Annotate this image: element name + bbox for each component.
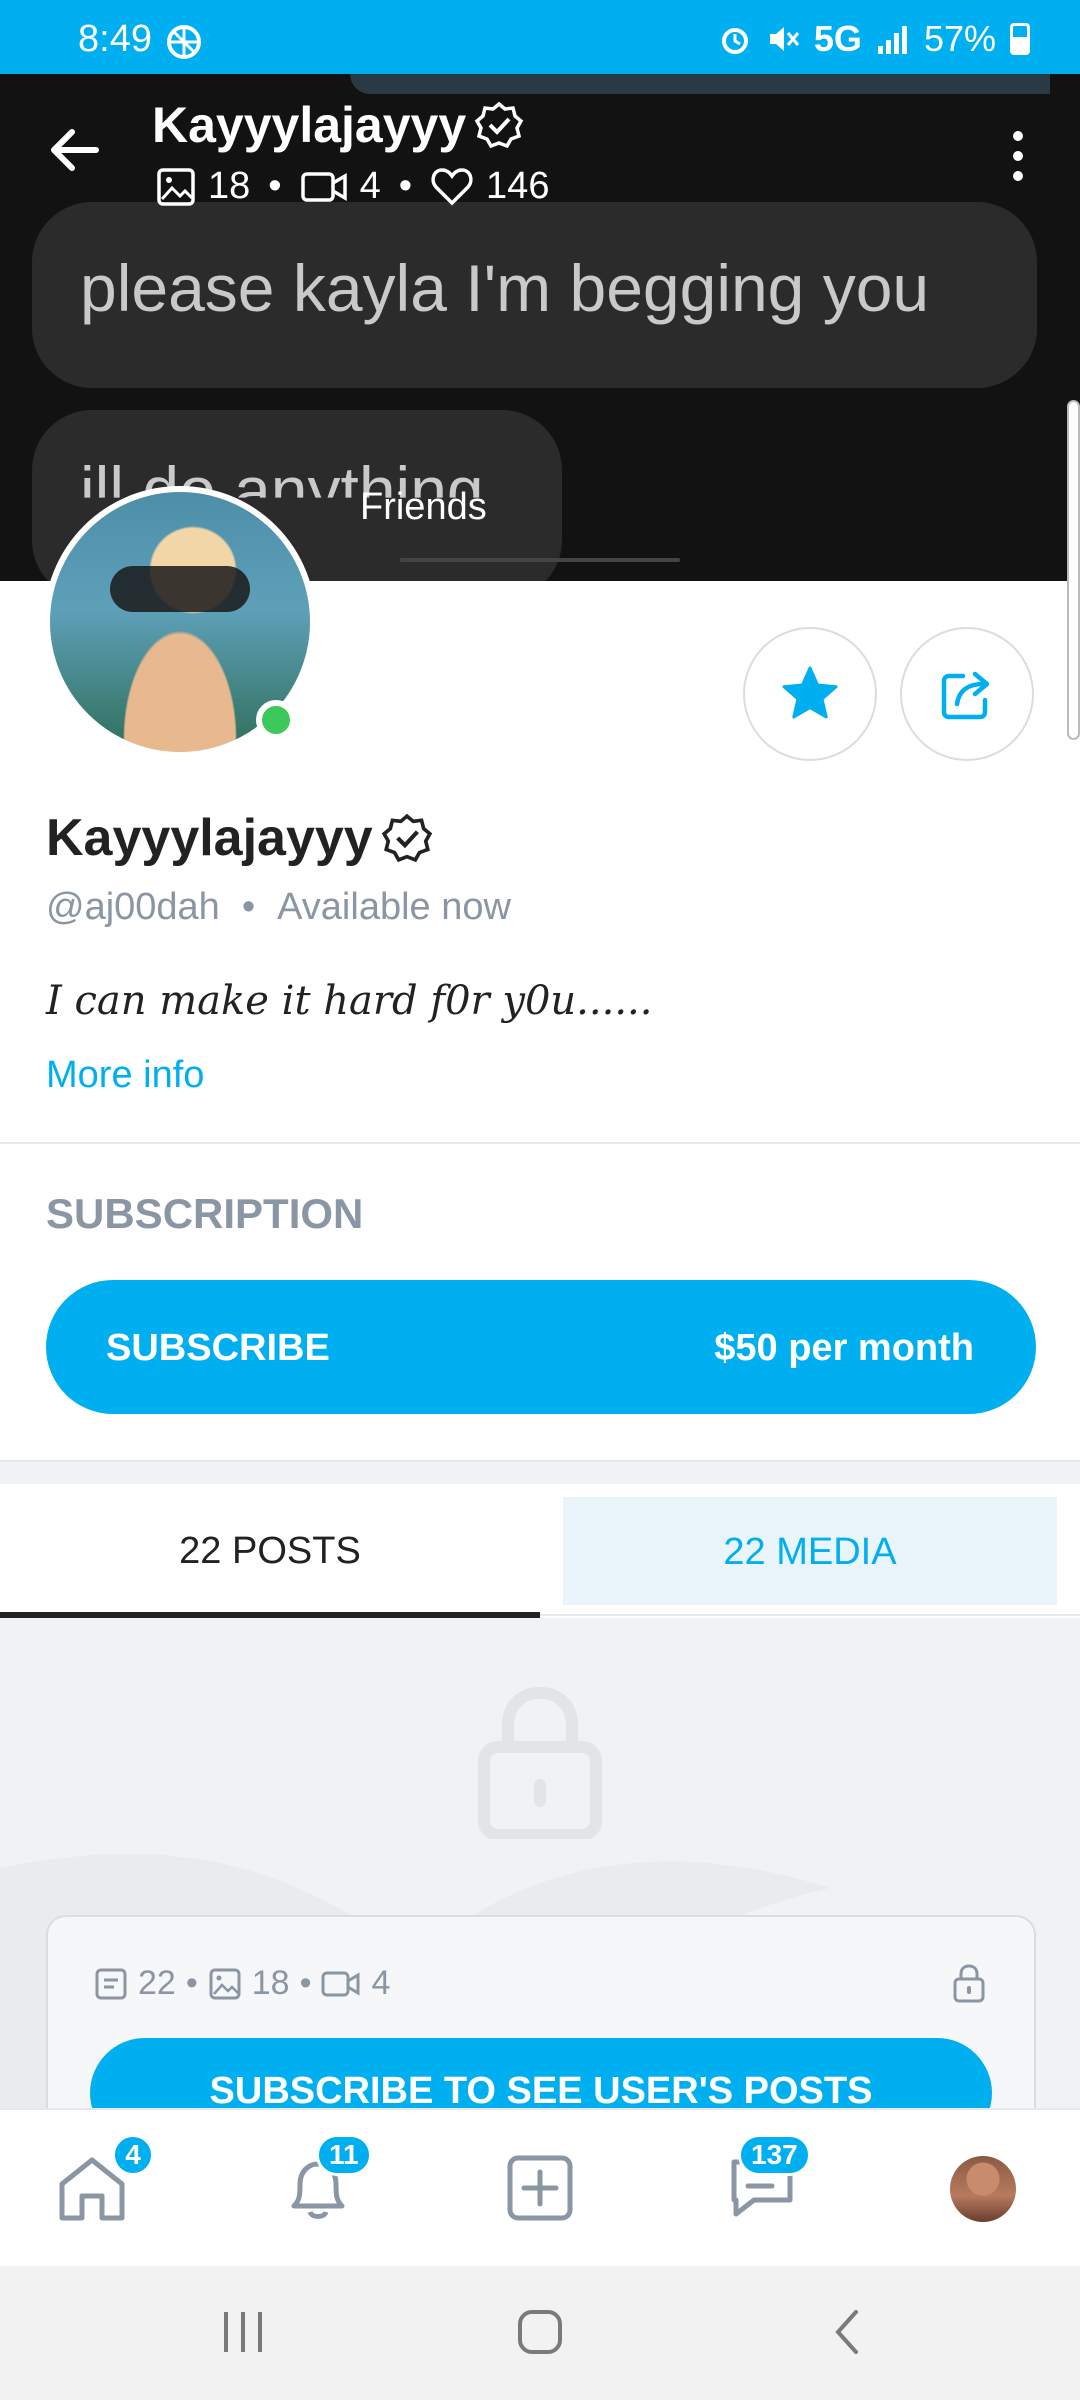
lock-icon (478, 1686, 602, 1839)
share-icon (941, 671, 990, 720)
more-info-link[interactable]: More info (46, 1054, 204, 1097)
separator-dot: • (268, 165, 282, 207)
status-indicators: 5G 57% (718, 18, 1030, 60)
messages-badge: 137 (738, 2134, 811, 2176)
verified-badge-icon (381, 813, 432, 863)
subscribe-price: $50 per month (714, 1327, 974, 1369)
locked-counts: 22 • 18 • 4 (94, 1964, 390, 2003)
video-icon (321, 1971, 360, 1996)
handle-row: @aj00dah • Available now (46, 886, 511, 929)
heart-icon (431, 167, 473, 205)
scrollbar[interactable] (1067, 400, 1080, 740)
share-button[interactable] (900, 627, 1034, 761)
add-post-icon[interactable] (500, 2148, 580, 2228)
recent-apps-icon[interactable] (218, 2306, 268, 2358)
locked-posts-count: 22 (138, 1964, 176, 2002)
photo-icon (209, 1968, 241, 1999)
subscribe-label: SUBSCRIBE (106, 1327, 330, 1369)
profile-name-text: Kayyylajayyy (46, 809, 373, 867)
header-photos-count: 18 (208, 165, 251, 207)
favorite-button[interactable] (743, 627, 877, 761)
header-likes-count: 146 (486, 165, 550, 207)
chat-bubble-text: please kayla I'm begging you (80, 251, 930, 325)
app-notification-icon (167, 25, 201, 59)
cover-friends-label: Friends (360, 486, 487, 528)
online-status-indicator (256, 700, 296, 740)
availability-status: Available now (277, 886, 511, 928)
header-title: Kayyylajayyy (152, 96, 524, 154)
header-videos-count: 4 (359, 165, 381, 207)
locked-videos-count: 4 (371, 1964, 391, 2002)
separator-dot: • (299, 1964, 312, 2002)
tab-media-label: 22 MEDIA (723, 1531, 897, 1573)
tab-posts[interactable]: 22 POSTS (0, 1484, 540, 1618)
cover-divider (400, 558, 680, 562)
status-time: 8:49 (78, 18, 152, 60)
divider (0, 1142, 1080, 1144)
battery-icon (1010, 23, 1030, 55)
home-badge: 4 (112, 2134, 154, 2176)
profile-handle: @aj00dah (46, 886, 220, 928)
status-bar: 8:49 5G 57% (0, 0, 1080, 74)
more-options-icon[interactable] (1006, 128, 1030, 184)
separator-dot: • (185, 1964, 198, 2002)
tab-media[interactable]: 22 MEDIA (563, 1497, 1057, 1605)
subscription-title: SUBSCRIPTION (46, 1190, 364, 1237)
mute-icon (769, 27, 800, 51)
section-spacer (0, 1462, 1080, 1484)
separator-dot: • (241, 886, 256, 928)
header-name: Kayyylajayyy (152, 97, 467, 153)
notifications-badge: 11 (316, 2134, 372, 2176)
alarm-icon (721, 28, 748, 54)
post-icon (95, 1968, 127, 1999)
separator-dot: • (398, 165, 413, 207)
signal-icon (877, 26, 907, 54)
subscribe-to-see-posts-label: SUBSCRIBE TO SEE USER'S POSTS (209, 2070, 873, 2112)
profile-name: Kayyylajayyy (46, 808, 433, 868)
back-arrow-icon[interactable] (44, 120, 104, 180)
tab-posts-label: 22 POSTS (179, 1530, 361, 1572)
cover-decoration (350, 74, 1050, 94)
home-button-icon[interactable] (514, 2306, 566, 2358)
small-lock-icon (953, 1964, 985, 2003)
locked-photos-count: 18 (251, 1964, 290, 2002)
user-avatar[interactable] (950, 2156, 1016, 2222)
photo-icon (157, 167, 195, 206)
star-icon (782, 666, 838, 719)
system-back-icon[interactable] (828, 2306, 868, 2358)
subscribe-button[interactable]: SUBSCRIBE $50 per month (46, 1280, 1036, 1414)
avatar-detail (110, 566, 250, 612)
verified-badge-icon (474, 101, 524, 149)
header-stats: 18 • 4 • 146 (156, 165, 549, 208)
video-icon (300, 171, 347, 202)
divider (540, 1614, 1080, 1616)
network-label: 5G (813, 18, 862, 59)
profile-bio: I can make it hard f0r y0u...... (46, 978, 653, 1024)
battery-percent: 57% (923, 18, 996, 59)
